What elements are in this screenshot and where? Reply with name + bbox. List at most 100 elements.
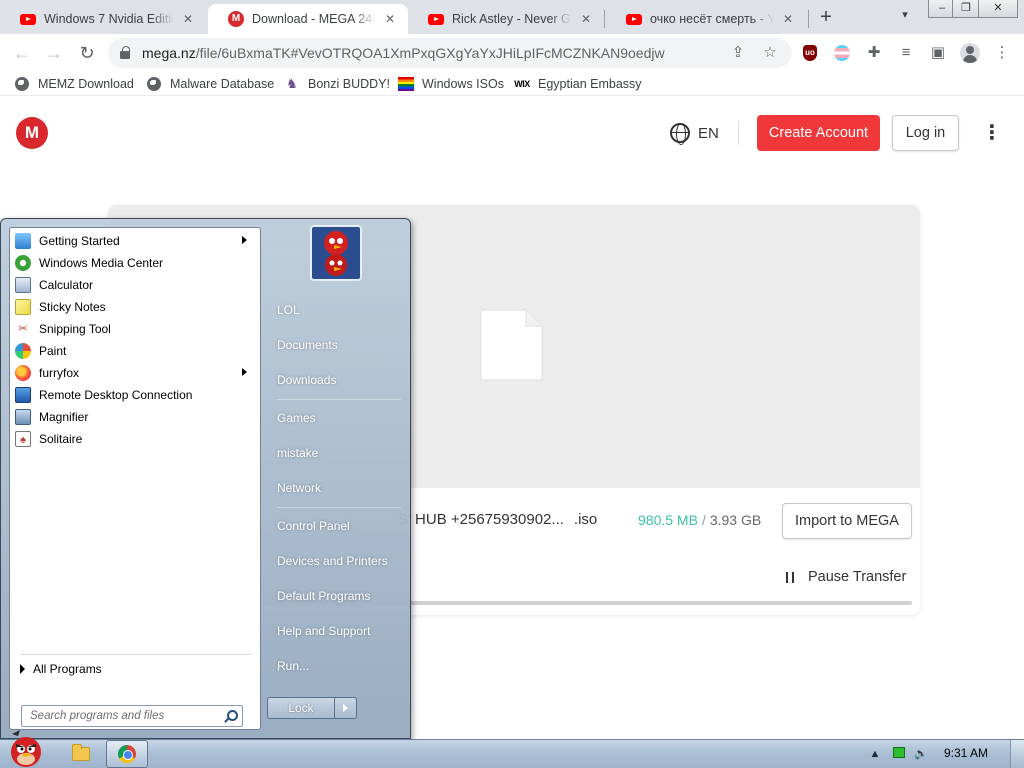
create-account-button[interactable]: Create Account — [757, 115, 880, 151]
bookmark-label: Egyptian Embassy — [538, 77, 642, 91]
start-search-box[interactable] — [21, 705, 243, 727]
program-label: Solitaire — [39, 432, 83, 446]
show-desktop-button[interactable] — [1010, 740, 1024, 768]
place-default-programs[interactable]: Default Programs — [269, 583, 405, 609]
lock-button[interactable]: Lock — [267, 697, 335, 719]
place-network[interactable]: Network — [269, 475, 405, 501]
tab-separator — [604, 10, 605, 28]
calculator-icon — [15, 277, 31, 293]
url-text[interactable]: mega.nz/file/6uBxmaTK#VevOTRQOA1XmPxqGXg… — [142, 45, 665, 61]
program-remote-desktop[interactable]: Remote Desktop Connection — [13, 384, 257, 406]
language-label: EN — [698, 124, 719, 142]
transfer-size: 980.5 MB/3.93 GB — [638, 512, 761, 528]
tab-search-chevron-icon[interactable]: ▾ — [896, 8, 914, 26]
volume-icon[interactable]: 🔈 — [914, 747, 928, 761]
tab-rick-astley[interactable]: Rick Astley - Never Gonna Give You Up ✕ — [408, 4, 604, 34]
size-separator: / — [701, 512, 706, 528]
user-account-picture[interactable] — [310, 225, 362, 281]
bookmark-egyptian-embassy[interactable]: WIX Egyptian Embassy — [514, 75, 642, 93]
bookmark-label: Bonzi BUDDY! — [308, 77, 390, 91]
search-input[interactable] — [22, 706, 220, 726]
program-label: Calculator — [39, 278, 94, 292]
place-games[interactable]: Games — [269, 405, 405, 431]
place-devices-and-printers[interactable]: Devices and Printers — [269, 548, 405, 574]
login-button[interactable]: Log in — [892, 115, 959, 151]
bookmark-malware-database[interactable]: Malware Database — [146, 75, 274, 93]
close-tab-icon[interactable]: ✕ — [382, 11, 398, 27]
back-button[interactable]: ← — [10, 41, 34, 65]
taskbar-chrome-button[interactable] — [106, 740, 148, 768]
shutdown-options-arrow-button[interactable] — [335, 697, 357, 719]
show-hidden-icons-icon[interactable]: ▲ — [868, 747, 882, 761]
bookmark-windows-isos[interactable]: Windows ISOs — [398, 75, 504, 93]
program-furryfox[interactable]: furryfox — [13, 362, 257, 384]
youtube-icon — [626, 11, 642, 27]
media-controls-icon[interactable]: ≡ — [896, 43, 916, 63]
taskbar-clock[interactable]: 9:31 AM — [944, 746, 988, 760]
program-label: Sticky Notes — [39, 300, 106, 314]
network-icon[interactable] — [892, 747, 906, 761]
program-windows-media-center[interactable]: Windows Media Center — [13, 252, 257, 274]
more-options-icon[interactable]: ⋮ — [982, 121, 1002, 145]
header-divider — [738, 121, 739, 145]
place-documents[interactable]: Documents — [269, 332, 405, 358]
lock-icon[interactable] — [120, 46, 130, 59]
program-sticky-notes[interactable]: Sticky Notes — [13, 296, 257, 318]
language-selector[interactable]: EN — [670, 122, 719, 145]
extensions-puzzle-icon[interactable]: ✚ — [864, 43, 884, 63]
all-programs-button[interactable]: All Programs — [20, 662, 102, 676]
file-document-icon — [480, 309, 543, 381]
program-getting-started[interactable]: Getting Started — [13, 230, 257, 252]
tab-windows7-nvidia[interactable]: Windows 7 Nvidia Edition ✕ — [0, 4, 206, 34]
start-menu-programs-pane: Getting Started Windows Media Center Cal… — [9, 227, 261, 730]
pause-transfer-button[interactable]: Pause Transfer — [786, 569, 906, 585]
arrow-right-icon — [20, 664, 25, 674]
reload-button[interactable]: ↻ — [75, 41, 99, 65]
side-panel-icon[interactable]: ▣ — [928, 43, 948, 63]
start-orb-angry-bird-icon[interactable] — [6, 726, 46, 768]
getting-started-icon — [15, 233, 31, 249]
program-magnifier[interactable]: Magnifier — [13, 406, 257, 428]
address-bar[interactable]: mega.nz/file/6uBxmaTK#VevOTRQOA1XmPxqGXg… — [108, 38, 792, 68]
program-paint[interactable]: Paint — [13, 340, 257, 362]
place-control-panel[interactable]: Control Panel — [269, 513, 405, 539]
angry-bird-icon — [312, 227, 360, 279]
place-mistake[interactable]: mistake — [269, 440, 405, 466]
place-lol[interactable]: LOL — [269, 297, 405, 323]
firefox-icon — [15, 365, 31, 381]
forward-button[interactable]: → — [42, 41, 66, 65]
program-label: Windows Media Center — [39, 256, 164, 270]
tab-mega-download[interactable]: M Download - MEGA 24% ✕ — [208, 4, 408, 34]
bookmark-star-icon[interactable]: ☆ — [760, 43, 780, 63]
tab-youtube-russian[interactable]: очко несёт смерть - YouTube ✕ — [606, 4, 806, 34]
start-menu: Getting Started Windows Media Center Cal… — [0, 218, 411, 739]
close-window-button[interactable]: ✕ — [978, 0, 1018, 18]
extension-flag-icon[interactable] — [832, 43, 852, 63]
browser-toolbar: ← → ↻ mega.nz/file/6uBxmaTK#VevOTRQOA1Xm… — [0, 34, 1024, 72]
search-icon[interactable] — [224, 710, 238, 722]
place-help-and-support[interactable]: Help and Support — [269, 618, 405, 644]
close-tab-icon[interactable]: ✕ — [780, 11, 796, 27]
close-tab-icon[interactable]: ✕ — [578, 11, 594, 27]
program-solitaire[interactable]: ♠ Solitaire — [13, 428, 257, 450]
chrome-menu-icon[interactable]: ⋮ — [992, 43, 1012, 63]
import-to-mega-button[interactable]: Import to MEGA — [782, 503, 912, 539]
bookmark-label: Malware Database — [170, 77, 275, 91]
share-icon[interactable]: ⇪ — [728, 43, 748, 63]
program-calculator[interactable]: Calculator — [13, 274, 257, 296]
tab-title: очко несёт смерть - YouTube — [650, 12, 774, 26]
close-tab-icon[interactable]: ✕ — [180, 11, 196, 27]
new-tab-button[interactable]: + — [814, 6, 838, 30]
profile-avatar-icon[interactable] — [960, 43, 980, 63]
bookmark-bonzi-buddy[interactable]: ♞ Bonzi BUDDY! — [284, 75, 390, 93]
maximize-button[interactable]: ❐ — [952, 0, 980, 18]
place-run[interactable]: Run... — [269, 653, 405, 679]
solitaire-icon: ♠ — [15, 431, 31, 447]
taskbar-explorer-button[interactable] — [60, 740, 102, 768]
place-downloads[interactable]: Downloads — [269, 367, 405, 393]
program-snipping-tool[interactable]: ✂ Snipping Tool — [13, 318, 257, 340]
program-label: Snipping Tool — [39, 322, 111, 336]
mega-logo[interactable]: M — [16, 117, 48, 149]
bookmark-memz[interactable]: MEMZ Download — [14, 75, 134, 93]
ublock-icon[interactable]: uo — [800, 43, 820, 63]
